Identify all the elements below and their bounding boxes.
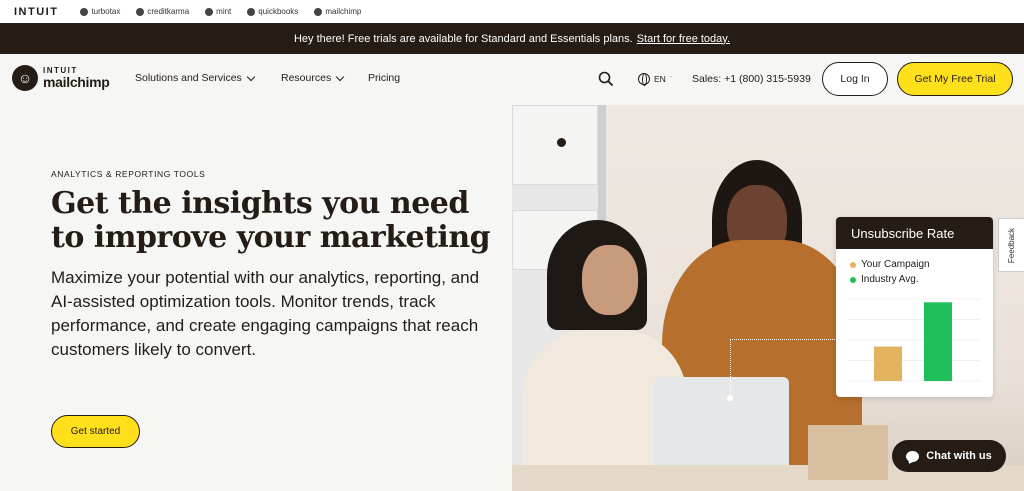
intuit-brand-bar: INTUIT turbotax creditkarma mint quickbo… [0, 0, 1024, 23]
brand-link-turbotax[interactable]: turbotax [80, 7, 120, 16]
announcement-link[interactable]: Start for free today. [637, 33, 730, 45]
nav-pricing[interactable]: Pricing [368, 72, 400, 84]
hero-headline: Get the insights you need to improve you… [51, 186, 491, 255]
brand-link-mint[interactable]: mint [205, 7, 231, 16]
hero-eyebrow: ANALYTICS & REPORTING TOOLS [51, 169, 206, 179]
logo-mailchimp-text: mailchimp [43, 74, 110, 90]
globe-icon [638, 73, 650, 86]
creditkarma-icon [136, 7, 145, 16]
legend-dot [850, 276, 856, 283]
free-trial-button[interactable]: Get My Free Trial [897, 62, 1013, 96]
login-button[interactable]: Log In [822, 62, 888, 96]
chevron-down-icon [246, 72, 256, 81]
brand-link-creditkarma[interactable]: creditkarma [136, 7, 189, 16]
chevron-down-icon [335, 72, 345, 81]
nav-solutions-and-services[interactable]: Solutions and Services [135, 72, 256, 84]
legend-dot [850, 261, 856, 268]
chart-bar-industry-avg [924, 302, 952, 381]
feedback-tab[interactable]: Feedback [998, 218, 1024, 272]
mailchimp-logo[interactable]: ☺ INTUIT mailchimp [12, 65, 110, 91]
announcement-banner: Hey there! Free trials are available for… [0, 23, 1024, 54]
brand-link-quickbooks[interactable]: quickbooks [247, 7, 298, 16]
sales-phone[interactable]: Sales: +1 (800) 315-5939 [692, 73, 811, 85]
language-selector[interactable]: EN ˙ [638, 73, 673, 86]
nav-resources[interactable]: Resources [281, 72, 345, 84]
quickbooks-icon [247, 7, 256, 16]
card-title: Unsubscribe Rate [836, 217, 993, 249]
legend-your-campaign: Your Campaign [850, 259, 930, 270]
chat-with-us-button[interactable]: Chat with us [892, 440, 1006, 472]
chat-bubble-icon [906, 450, 920, 462]
search-icon[interactable] [598, 71, 614, 87]
legend-industry-avg: Industry Avg. [850, 274, 919, 285]
freddie-icon: ☺ [12, 65, 38, 91]
mint-icon [205, 7, 214, 16]
get-started-button[interactable]: Get started [51, 415, 140, 448]
chart-bar-your-campaign [874, 346, 902, 381]
mailchimp-icon [314, 7, 323, 16]
brand-link-mailchimp[interactable]: mailchimp [314, 7, 361, 16]
turbotax-icon [80, 7, 89, 16]
announcement-text: Hey there! Free trials are available for… [293, 32, 633, 45]
hero-lead: Maximize your potential with our analyti… [51, 268, 480, 359]
unsubscribe-bar-chart [848, 298, 980, 382]
unsubscribe-rate-card: Unsubscribe Rate Your Campaign Industry … [836, 217, 993, 397]
caret-icon: ˙ [669, 74, 673, 84]
intuit-logo[interactable]: INTUIT [14, 6, 58, 18]
